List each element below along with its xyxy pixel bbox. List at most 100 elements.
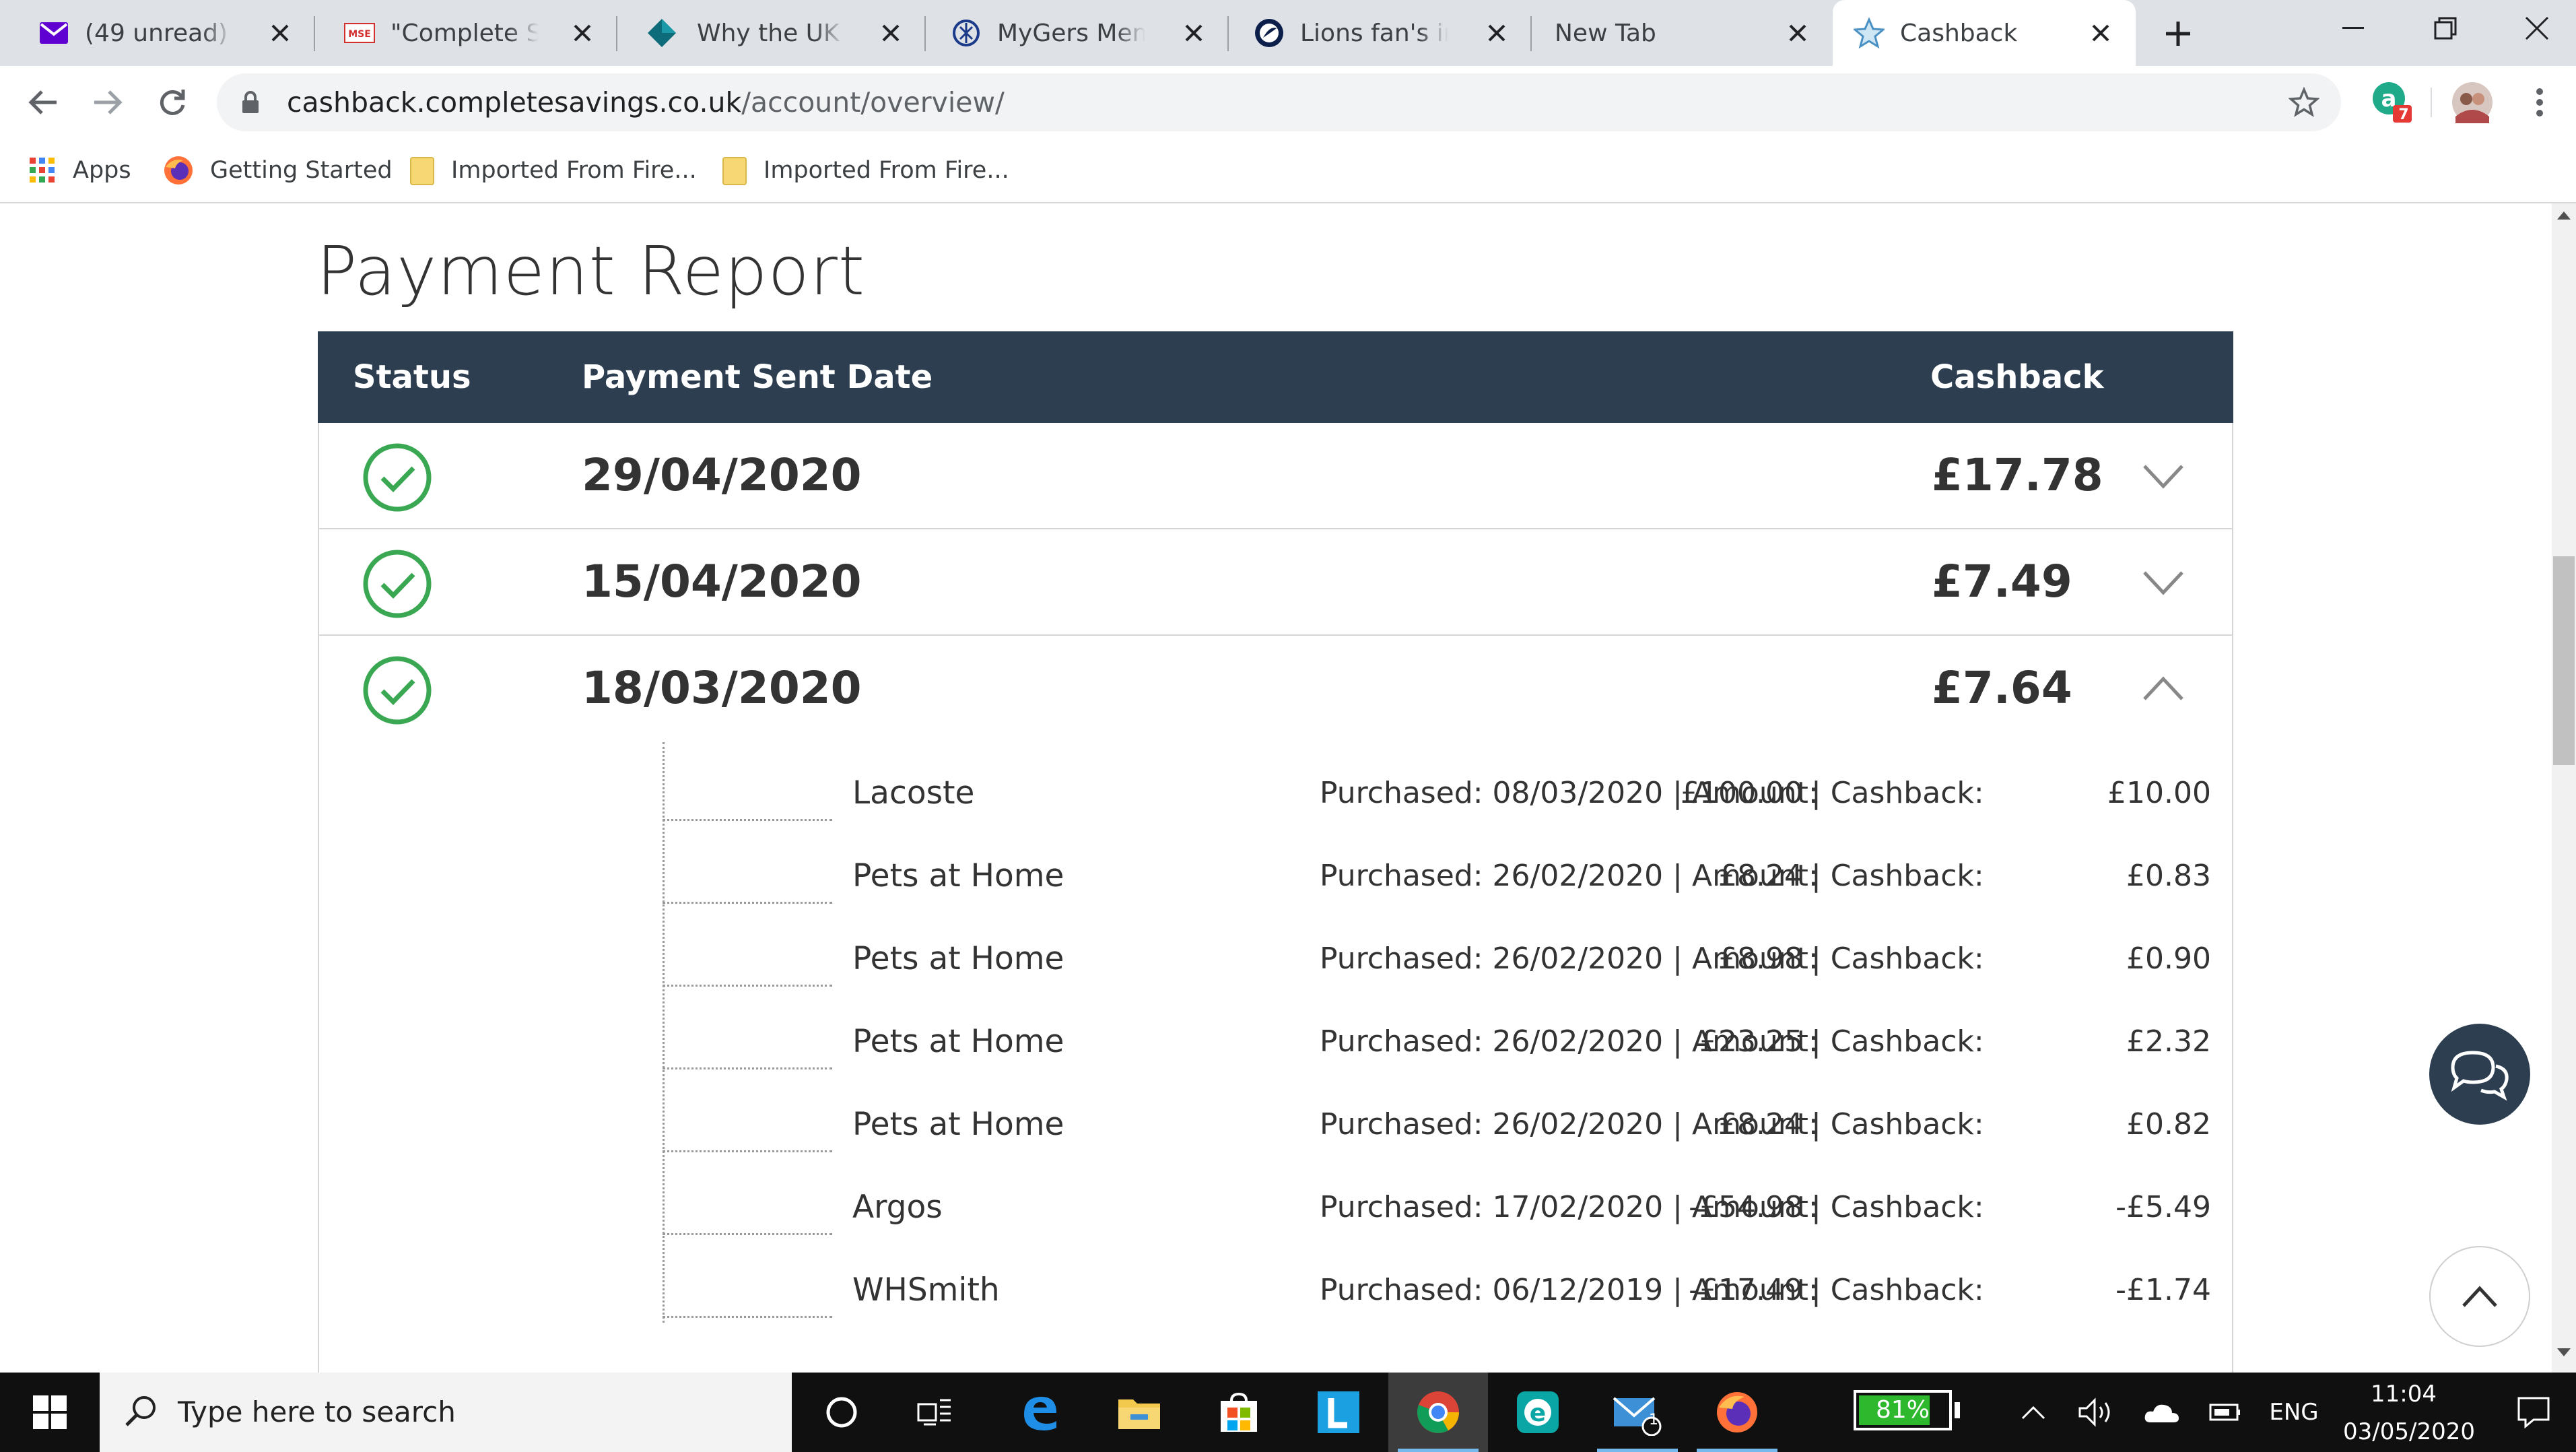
close-icon[interactable] — [2084, 17, 2117, 49]
tab-yahoo-mail[interactable]: (49 unread) - essex — [0, 0, 315, 66]
tab-title: Lions fan's increa — [1300, 19, 1448, 47]
url-text[interactable]: cashback.completesavings.co.uk/account/o… — [287, 73, 1005, 131]
purchased-text: Purchased: 26/02/2020 — [1320, 1107, 1664, 1142]
onedrive-icon[interactable] — [2138, 1373, 2185, 1452]
tree-branch — [663, 985, 832, 987]
chevron-up-icon[interactable] — [2013, 1373, 2054, 1452]
page-scrollbar[interactable] — [2552, 203, 2576, 1373]
scrollbar-thumb[interactable] — [2553, 556, 2575, 765]
star-icon — [1853, 17, 1885, 49]
bookmark-apps[interactable]: Apps — [28, 139, 131, 202]
minimize-button[interactable] — [2313, 0, 2394, 57]
file-explorer-icon[interactable] — [1089, 1373, 1189, 1452]
purchase-amount: £23.25 — [1699, 1024, 1803, 1059]
payment-row[interactable]: 29/04/2020 £17.78 — [319, 423, 2232, 529]
rangers-crest-icon — [950, 17, 982, 49]
cortana-icon[interactable] — [792, 1373, 891, 1452]
reload-icon — [160, 90, 185, 115]
scroll-to-top-button[interactable] — [2429, 1246, 2530, 1347]
e-app-icon[interactable]: e — [1488, 1373, 1588, 1452]
lions-icon — [1253, 17, 1285, 49]
close-icon[interactable] — [1481, 17, 1513, 49]
window-close-button[interactable] — [2497, 0, 2576, 57]
tab-mygers[interactable]: MyGers Member — [926, 0, 1229, 66]
back-button[interactable] — [22, 81, 65, 124]
svg-text:MSE: MSE — [348, 29, 371, 40]
forward-button[interactable] — [86, 81, 129, 124]
close-icon[interactable] — [1178, 17, 1210, 49]
volume-icon[interactable] — [2074, 1373, 2121, 1452]
column-header-status: Status — [353, 358, 471, 396]
tab-title: Cashback — [1900, 19, 2018, 47]
purchase-row: Lacoste Purchased: 08/03/2020 | Amount: … — [663, 742, 2211, 825]
mse-icon: MSE — [343, 17, 376, 49]
chevron-down-icon[interactable] — [2141, 560, 2185, 605]
l-app-icon[interactable] — [1289, 1373, 1388, 1452]
chevron-up-icon — [2462, 1286, 2497, 1307]
battery-indicator[interactable]: 81% — [1854, 1390, 1960, 1430]
new-tab-button[interactable] — [2158, 13, 2198, 54]
tab-lions-fan[interactable]: Lions fan's increa — [1229, 0, 1532, 66]
close-icon[interactable] — [875, 17, 907, 49]
lock-icon — [241, 90, 260, 114]
tree-branch — [663, 1233, 832, 1235]
restore-button[interactable] — [2405, 0, 2486, 57]
extension-button[interactable]: a 7 — [2363, 81, 2420, 124]
reload-button[interactable] — [151, 81, 194, 124]
plus-icon — [2166, 22, 2190, 46]
taskbar-search-box[interactable]: Type here to search — [100, 1373, 792, 1452]
search-placeholder: Type here to search — [178, 1395, 456, 1428]
bookmark-label: Getting Started — [210, 157, 393, 184]
bookmark-imported-folder-2[interactable]: Imported From Fire... — [722, 139, 1009, 202]
scroll-up-arrow-icon[interactable] — [2557, 210, 2571, 220]
tab-new-tab[interactable]: New Tab — [1532, 0, 1833, 66]
purchase-amount: -£54.98 — [1689, 1190, 1803, 1224]
tab-why-the-uk[interactable]: Why the UK could — [617, 0, 926, 66]
close-icon[interactable] — [264, 17, 296, 49]
bookmark-imported-folder-1[interactable]: Imported From Fire... — [409, 139, 697, 202]
merchant-name: Pets at Home — [852, 940, 1064, 977]
yahoo-mail-icon — [38, 17, 70, 49]
tree-branch — [663, 819, 832, 821]
start-button[interactable] — [0, 1373, 100, 1452]
purchased-text: Purchased: 26/02/2020 — [1320, 942, 1664, 976]
task-view-icon[interactable] — [885, 1373, 984, 1452]
device-icon[interactable] — [2202, 1373, 2249, 1452]
purchase-row: Pets at Home Purchased: 26/02/2020 | Amo… — [663, 991, 2211, 1074]
payment-row[interactable]: 15/04/2020 £7.49 — [319, 529, 2232, 636]
chat-button[interactable] — [2429, 1024, 2530, 1125]
mail-icon[interactable]: 1 — [1588, 1373, 1687, 1452]
chevron-down-icon[interactable] — [2141, 454, 2185, 498]
purchase-row: Argos Purchased: 17/02/2020 | Amount: -£… — [663, 1156, 2211, 1239]
address-bar[interactable]: cashback.completesavings.co.uk/account/o… — [217, 73, 2341, 131]
chat-bubbles-icon — [2451, 1051, 2509, 1101]
menu-button[interactable] — [2518, 81, 2561, 124]
tab-strip: (49 unread) - essex MSE "Complete Saving… — [0, 0, 2576, 66]
tab-complete-savings[interactable]: MSE "Complete Savings — [315, 0, 617, 66]
check-circle-icon — [362, 655, 432, 725]
close-icon[interactable] — [566, 17, 599, 49]
tab-cashback[interactable]: Cashback — [1833, 0, 2136, 66]
bookmark-getting-started[interactable]: Getting Started — [163, 139, 393, 202]
cashback-label: | Cashback: — [1811, 776, 1984, 810]
avatar-icon — [2452, 82, 2493, 123]
firefox-icon[interactable] — [1687, 1373, 1787, 1452]
scroll-down-arrow-icon[interactable] — [2557, 1348, 2571, 1358]
store-icon[interactable] — [1189, 1373, 1289, 1452]
profile-avatar[interactable] — [2451, 81, 2494, 124]
forward-arrow-icon — [94, 90, 123, 114]
payment-row[interactable]: 18/03/2020 £7.64 — [319, 636, 2232, 742]
clock-time: 11:04 — [2371, 1381, 2437, 1408]
clock[interactable]: 11:04 03/05/2020 — [2343, 1373, 2475, 1452]
edge-icon[interactable] — [990, 1373, 1089, 1452]
chrome-icon[interactable] — [1388, 1373, 1488, 1452]
bookmark-star-icon[interactable] — [2289, 87, 2319, 118]
purchased-text: Purchased: 17/02/2020 — [1320, 1190, 1664, 1224]
svg-text:e: e — [1530, 1399, 1546, 1427]
notification-button[interactable] — [2491, 1373, 2576, 1452]
language-indicator[interactable]: ENG — [2257, 1373, 2331, 1452]
purchased-text: Purchased: 08/03/2020 — [1320, 776, 1664, 810]
close-icon[interactable] — [1782, 17, 1814, 49]
purchase-amount: £100.00 — [1681, 776, 1803, 810]
chevron-up-icon[interactable] — [2141, 667, 2185, 711]
